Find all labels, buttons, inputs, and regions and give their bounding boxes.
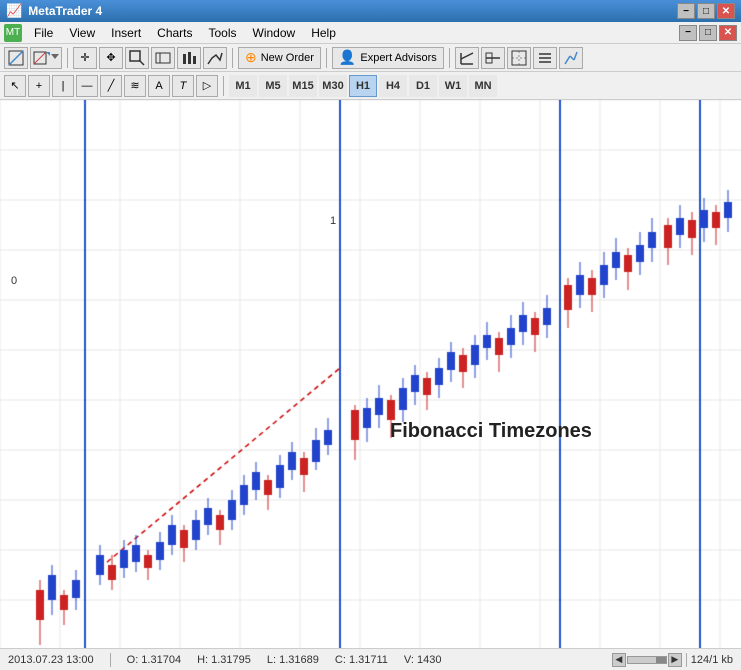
chart-container: 0 1 Fibonacci Timezones xyxy=(0,100,741,648)
menu-bar: MT File View Insert Charts Tools Window … xyxy=(0,22,741,44)
toolbar2-separator xyxy=(223,76,224,96)
title-bar-left: 📈 MetaTrader 4 xyxy=(6,3,102,19)
scroll-left-btn[interactable]: ◀ xyxy=(612,653,626,667)
templates-button[interactable] xyxy=(30,47,62,69)
minimize-button[interactable]: − xyxy=(677,3,695,19)
fib-label-0: 0 xyxy=(11,275,17,287)
close-button[interactable]: ✕ xyxy=(717,3,735,19)
status-high: H: 1.31795 xyxy=(197,654,251,666)
line-chart-button[interactable] xyxy=(203,47,227,69)
tf-w1[interactable]: W1 xyxy=(439,75,467,97)
vertical-line-tool[interactable]: | xyxy=(52,75,74,97)
title-bar-title: MetaTrader 4 xyxy=(28,4,102,18)
app-logo-icon: 📈 xyxy=(6,3,22,19)
status-bar: 2013.07.23 13:00 O: 1.31704 H: 1.31795 L… xyxy=(0,648,741,670)
title-bar-controls: − □ ✕ xyxy=(677,3,735,19)
period-sep-button[interactable] xyxy=(151,47,175,69)
cursor-tool[interactable]: ↖ xyxy=(4,75,26,97)
toolbar1: ✛ ✥ ⊕ New Order 👤 Expert Advisors xyxy=(0,44,741,72)
expert-advisors-label: Expert Advisors xyxy=(360,52,436,64)
menu-insert[interactable]: Insert xyxy=(103,24,149,42)
new-chart-button[interactable] xyxy=(4,47,28,69)
tf-h4[interactable]: H4 xyxy=(379,75,407,97)
arrow-tool[interactable]: ▷ xyxy=(196,75,218,97)
text-label-tool[interactable]: T xyxy=(172,75,194,97)
expert-advisors-button[interactable]: 👤 Expert Advisors xyxy=(332,47,444,69)
status-right: ◀ ▶ 124/1 kb xyxy=(612,653,733,667)
channel-tool[interactable]: ≋ xyxy=(124,75,146,97)
menu-charts[interactable]: Charts xyxy=(149,24,200,42)
status-sep-1 xyxy=(110,653,111,667)
status-sep-2 xyxy=(686,653,687,667)
status-open: O: 1.31704 xyxy=(127,654,181,666)
menu-help[interactable]: Help xyxy=(303,24,344,42)
tf-d1[interactable]: D1 xyxy=(409,75,437,97)
zoom-out-button[interactable] xyxy=(481,47,505,69)
inner-minimize-button[interactable]: − xyxy=(679,25,697,41)
toolbar2: ↖ + | — ╱ ≋ A T ▷ M1 M5 M15 M30 H1 H4 D1… xyxy=(0,72,741,100)
zoom-in-button[interactable] xyxy=(125,47,149,69)
title-bar: 📈 MetaTrader 4 − □ ✕ xyxy=(0,0,741,22)
scroll-right-btn[interactable]: ▶ xyxy=(668,653,682,667)
new-order-label: New Order xyxy=(261,52,314,64)
inner-close-button[interactable]: ✕ xyxy=(719,25,737,41)
status-close: C: 1.31711 xyxy=(335,654,388,666)
menu-tools[interactable]: Tools xyxy=(201,24,245,42)
crosshair-button[interactable]: ✛ xyxy=(73,47,97,69)
tf-mn[interactable]: MN xyxy=(469,75,497,97)
tf-m1[interactable]: M1 xyxy=(229,75,257,97)
chart-canvas[interactable] xyxy=(0,100,741,648)
tf-h1[interactable]: H1 xyxy=(349,75,377,97)
menu-file[interactable]: File xyxy=(26,24,61,42)
move-button[interactable]: ✥ xyxy=(99,47,123,69)
new-order-button[interactable]: ⊕ New Order xyxy=(238,47,321,69)
toolbar-separator-4 xyxy=(449,48,450,68)
zoom-chart-button[interactable] xyxy=(507,47,531,69)
menu-view[interactable]: View xyxy=(61,24,103,42)
maximize-button[interactable]: □ xyxy=(697,3,715,19)
toolbar-separator-3 xyxy=(326,48,327,68)
toolbar-separator xyxy=(67,48,68,68)
bar-chart-button[interactable] xyxy=(177,47,201,69)
fib-label-1: 1 xyxy=(330,215,336,227)
status-low: L: 1.31689 xyxy=(267,654,319,666)
cross-tool[interactable]: + xyxy=(28,75,50,97)
horizontal-line-tool[interactable]: — xyxy=(76,75,98,97)
status-volume: V: 1430 xyxy=(404,654,442,666)
trade-history-button[interactable] xyxy=(455,47,479,69)
indicators-button[interactable] xyxy=(559,47,583,69)
app-icon: MT xyxy=(4,24,22,42)
tf-m15[interactable]: M15 xyxy=(289,75,317,97)
menu-window[interactable]: Window xyxy=(245,24,304,42)
inner-restore-button[interactable]: □ xyxy=(699,25,717,41)
properties-button[interactable] xyxy=(533,47,557,69)
tf-m5[interactable]: M5 xyxy=(259,75,287,97)
tf-m30[interactable]: M30 xyxy=(319,75,347,97)
new-order-icon: ⊕ xyxy=(245,49,257,66)
expert-icon: 👤 xyxy=(339,49,356,66)
toolbar-separator-2 xyxy=(232,48,233,68)
status-datetime: 2013.07.23 13:00 xyxy=(8,654,94,666)
trendline-tool[interactable]: ╱ xyxy=(100,75,122,97)
text-tool[interactable]: A xyxy=(148,75,170,97)
status-file-info: 124/1 kb xyxy=(691,654,733,666)
